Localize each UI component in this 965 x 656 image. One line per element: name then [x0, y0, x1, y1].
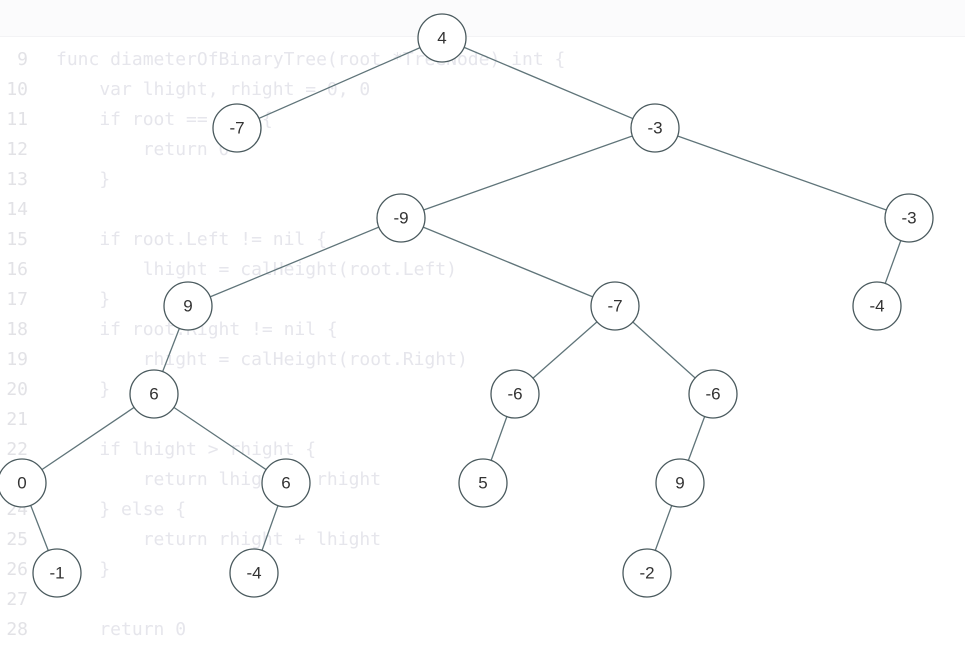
- node-value: -4: [869, 297, 884, 316]
- node-value: -3: [901, 209, 916, 228]
- node-value: -4: [246, 564, 261, 583]
- tree-node: -2: [622, 548, 672, 598]
- node-value: 4: [437, 29, 446, 48]
- binary-tree-diagram: 4 -7 -3 -9 -3 9 -7 -4 6 -6 -6 0 6 5 9 -1 -4 -2: [0, 13, 934, 598]
- tree-edge: [441, 37, 656, 129]
- node-value: -6: [507, 385, 522, 404]
- tree-node: 0: [0, 458, 47, 508]
- node-value: -3: [647, 119, 662, 138]
- tree-edge: [187, 217, 402, 307]
- tree-node: -6: [490, 369, 540, 419]
- tree-edge: [400, 217, 616, 307]
- tree-node: 5: [458, 458, 508, 508]
- node-value: 9: [675, 474, 684, 493]
- node-value: -6: [705, 385, 720, 404]
- tree-node: 9: [163, 281, 213, 331]
- node-value: 6: [149, 385, 158, 404]
- node-value: 9: [183, 297, 192, 316]
- tree-node: -4: [852, 281, 902, 331]
- tree-node: 6: [261, 458, 311, 508]
- tree-node: 4: [417, 13, 467, 63]
- tree-edge: [654, 127, 910, 219]
- tree-node: -6: [688, 369, 738, 419]
- tree-node: 9: [655, 458, 705, 508]
- tree-node: -3: [884, 193, 934, 243]
- tree-node: 6: [129, 369, 179, 419]
- tree-node: -7: [590, 281, 640, 331]
- tree-node: -9: [376, 193, 426, 243]
- node-value: -7: [607, 297, 622, 316]
- node-value: 0: [17, 474, 26, 493]
- node-value: -1: [49, 564, 64, 583]
- tree-node: -1: [32, 548, 82, 598]
- tree-node: -3: [630, 103, 680, 153]
- node-value: -2: [639, 564, 654, 583]
- node-value: -7: [229, 119, 244, 138]
- tree-node: -7: [212, 103, 262, 153]
- node-value: 5: [478, 474, 487, 493]
- tree-edge: [236, 37, 443, 129]
- tree-edge: [400, 127, 656, 219]
- tree-node: -4: [229, 548, 279, 598]
- node-value: -9: [393, 209, 408, 228]
- node-value: 6: [281, 474, 290, 493]
